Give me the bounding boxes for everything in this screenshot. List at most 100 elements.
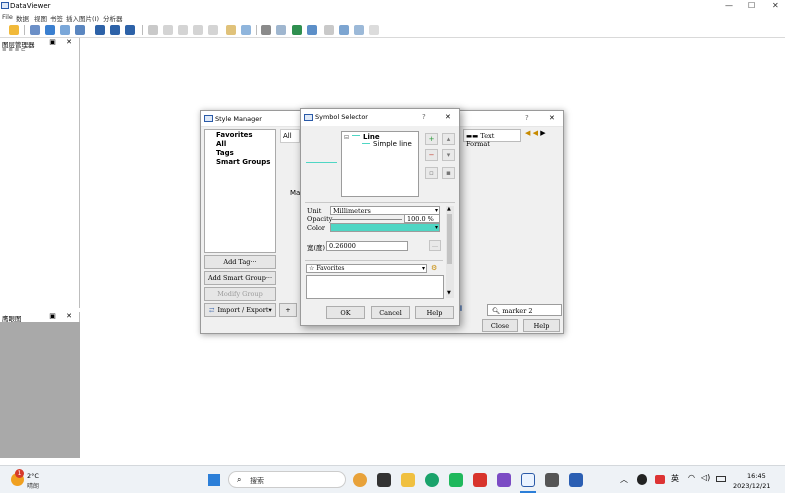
remove-layer-icon[interactable]: − bbox=[425, 149, 438, 161]
list-item-smart-groups[interactable]: Smart Groups bbox=[216, 158, 270, 166]
zoom-out-icon[interactable] bbox=[178, 25, 188, 35]
layer-tools-icon[interactable]: ≡ ≡ ≡ ⊏ bbox=[2, 47, 26, 53]
scroll-up-icon[interactable]: ▲ bbox=[447, 206, 451, 212]
bookmark-icon[interactable] bbox=[226, 25, 236, 35]
favorites-select[interactable]: ☆ Favorites ▾ bbox=[306, 264, 427, 273]
close-window-button[interactable]: ✕ bbox=[772, 1, 779, 10]
help-button[interactable]: Help bbox=[415, 306, 454, 319]
overview-map-area[interactable] bbox=[0, 322, 80, 458]
add-layer-icon[interactable]: + bbox=[425, 133, 438, 145]
taskbar-search[interactable]: ⌕ 搜索 bbox=[228, 471, 346, 488]
map-layout-icon[interactable] bbox=[292, 25, 302, 35]
search-style-input[interactable]: 🔍︎ marker 2 bbox=[487, 304, 562, 316]
chart-icon[interactable] bbox=[307, 25, 317, 35]
float-panel-icon[interactable]: ▣ bbox=[49, 312, 60, 320]
vertex-tool-icon[interactable] bbox=[60, 25, 70, 35]
move-down-icon[interactable]: ▾ bbox=[442, 149, 455, 161]
attribute-table-icon[interactable] bbox=[241, 25, 251, 35]
select-tool-icon[interactable] bbox=[45, 25, 55, 35]
zoom-in-icon[interactable] bbox=[163, 25, 173, 35]
file-explorer-icon[interactable] bbox=[401, 473, 415, 487]
help-button[interactable]: Help bbox=[523, 319, 560, 332]
plugin-icon[interactable] bbox=[369, 25, 379, 35]
width-input[interactable]: 0.26000 bbox=[326, 241, 408, 251]
text-format-tab[interactable]: ▬▬ Text Format bbox=[463, 129, 521, 148]
list-item-all[interactable]: All bbox=[216, 140, 226, 148]
app-tray-icon[interactable] bbox=[655, 475, 665, 484]
close-button[interactable]: Close bbox=[482, 319, 518, 332]
chevron-down-icon: ▾ bbox=[434, 224, 438, 231]
list-item-favorites[interactable]: Favorites bbox=[216, 131, 253, 139]
minimize-button[interactable]: — bbox=[725, 1, 733, 10]
tree-collapse-icon[interactable]: ⊟ bbox=[344, 134, 349, 141]
clock-time[interactable]: 16:45 bbox=[747, 472, 766, 480]
wps-icon[interactable] bbox=[473, 473, 487, 487]
settings-icon[interactable] bbox=[324, 25, 334, 35]
measure-icon[interactable] bbox=[208, 25, 218, 35]
tab-all[interactable]: All bbox=[280, 129, 300, 143]
move-up-icon[interactable]: ▴ bbox=[442, 133, 455, 145]
lock-layer-icon[interactable]: ▪ bbox=[442, 167, 455, 179]
duplicate-layer-icon[interactable]: ▫ bbox=[425, 167, 438, 179]
widgets-icon[interactable] bbox=[353, 473, 367, 487]
help-icon[interactable]: ? bbox=[525, 114, 529, 122]
tab-scroll-arrows[interactable]: ◀ ◀ ▶ bbox=[525, 129, 563, 142]
symbol-layer-tree[interactable]: ⊟ Line Simple line bbox=[341, 131, 419, 197]
volume-icon[interactable]: ◁) bbox=[701, 473, 710, 482]
export-icon[interactable] bbox=[276, 25, 286, 35]
style-settings-icon[interactable]: ⚙ bbox=[431, 264, 437, 272]
cancel-button[interactable]: Cancel bbox=[371, 306, 410, 319]
close-panel-icon[interactable]: ✕ bbox=[66, 38, 76, 46]
open-folder-icon[interactable] bbox=[9, 25, 19, 35]
dataviewer-app-icon[interactable] bbox=[521, 473, 535, 487]
visual-studio-icon[interactable] bbox=[497, 473, 511, 487]
wifi-icon[interactable]: ◠ bbox=[688, 473, 695, 482]
add-tag-button[interactable]: Add Tag··· bbox=[204, 255, 276, 269]
tray-chevron-icon[interactable]: ︿ bbox=[620, 474, 628, 485]
pan-icon[interactable] bbox=[148, 25, 158, 35]
layer-add-icon[interactable] bbox=[95, 25, 105, 35]
opacity-input[interactable]: 100.0 % bbox=[404, 214, 440, 223]
ok-button[interactable]: OK bbox=[326, 306, 365, 319]
terminal-icon[interactable] bbox=[545, 473, 559, 487]
modify-group-button[interactable]: Modify Group bbox=[204, 287, 276, 301]
layer-props-icon[interactable] bbox=[125, 25, 135, 35]
draw-tool-icon[interactable] bbox=[75, 25, 85, 35]
identify-icon[interactable] bbox=[193, 25, 203, 35]
tree-item-simple-line[interactable]: Simple line bbox=[373, 140, 412, 148]
grid-icon[interactable] bbox=[339, 25, 349, 35]
clock-date[interactable]: 2023/12/21 bbox=[733, 482, 770, 490]
help-icon[interactable]: ? bbox=[422, 113, 426, 121]
float-panel-icon[interactable]: ▣ bbox=[49, 38, 60, 46]
close-panel-icon[interactable]: ✕ bbox=[66, 312, 76, 320]
window-title: DataViewer bbox=[10, 2, 51, 10]
start-icon[interactable] bbox=[208, 474, 220, 486]
battery-icon[interactable] bbox=[716, 476, 726, 482]
table-icon[interactable] bbox=[354, 25, 364, 35]
scrollbar-thumb[interactable] bbox=[447, 214, 452, 264]
task-view-icon[interactable] bbox=[377, 473, 391, 487]
ime-indicator[interactable]: 英 bbox=[671, 473, 679, 484]
style-group-list[interactable]: Favorites All Tags Smart Groups bbox=[204, 129, 276, 253]
layer-remove-icon[interactable] bbox=[110, 25, 120, 35]
opacity-slider-track[interactable] bbox=[332, 219, 402, 220]
maximize-button[interactable]: ☐ bbox=[748, 1, 755, 10]
add-symbol-button[interactable]: + bbox=[279, 303, 297, 317]
color-button[interactable]: ▾ bbox=[330, 223, 440, 232]
word-icon[interactable] bbox=[569, 473, 583, 487]
edge-icon[interactable] bbox=[425, 473, 439, 487]
close-icon[interactable]: ✕ bbox=[445, 113, 451, 121]
list-item-tags[interactable]: Tags bbox=[216, 149, 234, 157]
add-smart-group-button[interactable]: Add Smart Group··· bbox=[204, 271, 276, 285]
wechat-icon[interactable] bbox=[449, 473, 463, 487]
close-icon[interactable]: ✕ bbox=[549, 114, 555, 122]
scroll-down-icon[interactable]: ▼ bbox=[447, 290, 451, 296]
menu-file[interactable]: File bbox=[2, 13, 13, 21]
more-options-button[interactable]: … bbox=[429, 240, 441, 251]
properties-scrollbar[interactable]: ▲ ▼ bbox=[446, 206, 454, 298]
edit-tool-icon[interactable] bbox=[30, 25, 40, 35]
qq-icon[interactable] bbox=[637, 474, 647, 485]
print-icon[interactable] bbox=[261, 25, 271, 35]
favorites-list[interactable] bbox=[306, 275, 444, 299]
import-export-button[interactable]: ⇄ Import / Export▾ bbox=[204, 303, 276, 317]
